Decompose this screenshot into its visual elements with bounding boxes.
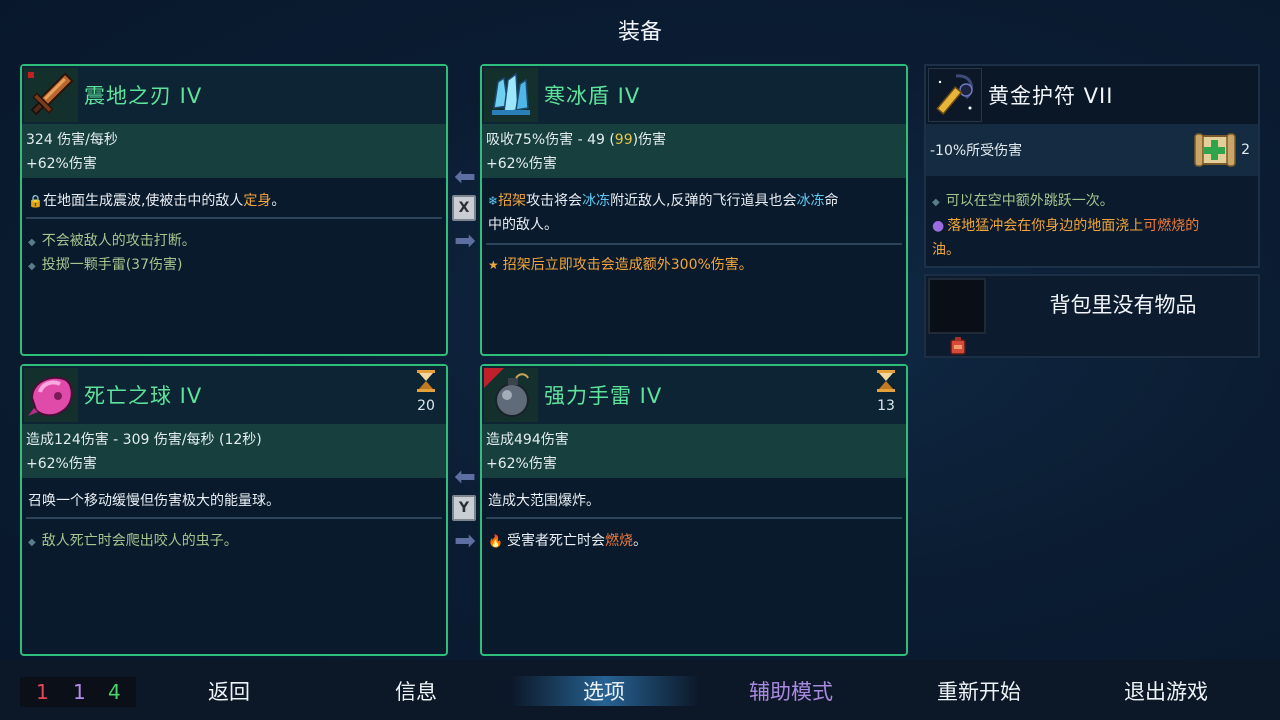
cooldown-indicator: 20 (414, 370, 438, 414)
blade-icon (24, 68, 78, 122)
item-description: 召唤一个移动缓慢但伤害极大的能量球。 (28, 493, 280, 509)
menu-back[interactable]: 返回 (154, 676, 304, 706)
amulet-slot[interactable]: 黄金护符 VII -10%所受伤害 2 ◆ 可以在空中额外跳跃一次。 ● 落地猛冲会… (924, 64, 1260, 268)
item-description: 造成大范围爆炸。 (488, 493, 600, 509)
counter-red: 1 (36, 680, 49, 704)
item-name: 黄金护符 VII (988, 84, 1114, 108)
counter-purple: 1 (73, 680, 86, 704)
item-name: 死亡之球 IV (84, 384, 203, 408)
stat-bonus: +62%伤害 (486, 456, 557, 472)
diamond-icon: ◆ (28, 537, 36, 548)
bonus-item: ★ 招架后立即攻击会造成额外300%伤害。 (488, 257, 753, 273)
card-header: 黄金护符 VII (926, 66, 1258, 124)
backpack-slot[interactable] (928, 278, 986, 334)
fire-icon: 🔥 (488, 534, 503, 548)
hourglass-icon (877, 370, 895, 392)
counter-green: 4 (108, 680, 121, 704)
backpack-panel[interactable]: 背包里没有物品 (924, 274, 1260, 358)
amulet-icon (928, 68, 982, 122)
stats-panel: 吸收75%伤害 - 49 (99)伤害 +62%伤害 (482, 124, 906, 178)
scroll-count: 2 (1241, 142, 1250, 158)
stat-damage-reduction: -10%所受伤害 (930, 143, 1023, 159)
diamond-icon: ◆ (28, 261, 36, 272)
stat-bonus: +62%伤害 (486, 156, 557, 172)
backpack-icon (950, 337, 966, 355)
stats-panel: 324 伤害/每秒 +62%伤害 (22, 124, 446, 178)
stats-panel: 造成494伤害 +62%伤害 (482, 424, 906, 478)
divider (26, 517, 442, 519)
arrow-left-icon: ⬅ (454, 162, 476, 192)
diamond-icon: ◆ (932, 197, 940, 208)
stats-panel: -10%所受伤害 2 (926, 124, 1258, 176)
scroll-icon (1194, 133, 1236, 167)
screen-title: 装备 (617, 20, 662, 45)
card-header: 寒冰盾 IV (482, 66, 906, 124)
orb-icon: ● (932, 218, 945, 234)
bullet-item: ◆ 可以在空中额外跳跃一次。 (932, 193, 1114, 209)
stat-dps: 324 伤害/每秒 (26, 132, 118, 148)
arrow-right-icon: ➡ (454, 526, 476, 556)
item-name: 强力手雷 IV (544, 384, 663, 408)
card-header: 震地之刃 IV (22, 66, 446, 124)
bullet-item: ● 落地猛冲会在你身边的地面浇上可燃烧的 油。 (932, 218, 1200, 258)
backpack-empty-text: 背包里没有物品 (1049, 293, 1197, 317)
arrow-right-icon: ➡ (454, 226, 476, 256)
stat-absorb: 吸收75%伤害 - 49 (99)伤害 (486, 132, 667, 148)
menu-quit[interactable]: 退出游戏 (1091, 676, 1241, 706)
swap-key-x[interactable]: X (452, 195, 476, 221)
item-description: ❄招架攻击将会冰冻附近敌人,反弹的飞行道具也会冰冻命 中的敌人。 (488, 193, 839, 233)
bullet-item: ◆ 不会被敌人的攻击打断。 (28, 233, 196, 249)
skill-slot-1[interactable]: 死亡之球 IV 20 造成124伤害 - 309 伤害/每秒 (12秒) +62… (20, 364, 448, 656)
cell-counter: 1 1 4 (20, 677, 136, 707)
snowflake-icon: ❄ (488, 194, 499, 208)
grenade-icon (484, 368, 538, 422)
divider (26, 217, 442, 219)
menu-restart[interactable]: 重新开始 (904, 676, 1054, 706)
cooldown-seconds: 13 (877, 398, 895, 414)
stat-bonus: +62%伤害 (26, 156, 97, 172)
menu-options[interactable]: 选项 (529, 676, 679, 706)
bullet-item: ◆ 敌人死亡时会爬出咬人的虫子。 (28, 533, 238, 549)
weapon-slot-1[interactable]: 震地之刃 IV 324 伤害/每秒 +62%伤害 🔒在地面生成震波,使被击中的敌… (20, 64, 448, 356)
cooldown-seconds: 20 (417, 398, 435, 414)
star-icon: ★ (488, 258, 499, 272)
arrow-left-icon: ⬅ (454, 462, 476, 492)
ice-shield-icon (484, 68, 538, 122)
bonus-item: 🔥 受害者死亡时会燃烧。 (488, 533, 647, 549)
lock-icon: 🔒 (28, 194, 43, 208)
bullet-item: ◆ 投掷一颗手雷(37伤害) (28, 257, 183, 273)
cooldown-indicator: 13 (874, 370, 898, 414)
weapon-slot-2[interactable]: 寒冰盾 IV 吸收75%伤害 - 49 (99)伤害 +62%伤害 ❄招架攻击将… (480, 64, 908, 356)
divider (486, 243, 902, 245)
death-orb-icon (24, 368, 78, 422)
menu-assist-mode[interactable]: 辅助模式 (716, 676, 866, 706)
stat-bonus: +62%伤害 (26, 456, 97, 472)
item-name: 寒冰盾 IV (544, 84, 641, 108)
swap-key-y[interactable]: Y (452, 495, 476, 521)
item-description: 🔒在地面生成震波,使被击中的敌人定身。 (28, 193, 286, 209)
hourglass-icon (417, 370, 435, 392)
stat-damage: 造成494伤害 (486, 432, 569, 448)
diamond-icon: ◆ (28, 237, 36, 248)
divider (486, 517, 902, 519)
stats-panel: 造成124伤害 - 309 伤害/每秒 (12秒) +62%伤害 (22, 424, 446, 478)
item-name: 震地之刃 IV (84, 84, 203, 108)
menu-info[interactable]: 信息 (341, 676, 491, 706)
skill-slot-2[interactable]: 强力手雷 IV 13 造成494伤害 +62%伤害 造成大范围爆炸。 🔥 受害者死… (480, 364, 908, 656)
card-header: 死亡之球 IV 20 (22, 366, 446, 424)
card-header: 强力手雷 IV 13 (482, 366, 906, 424)
stat-damage: 造成124伤害 - 309 伤害/每秒 (12秒) (26, 432, 262, 448)
